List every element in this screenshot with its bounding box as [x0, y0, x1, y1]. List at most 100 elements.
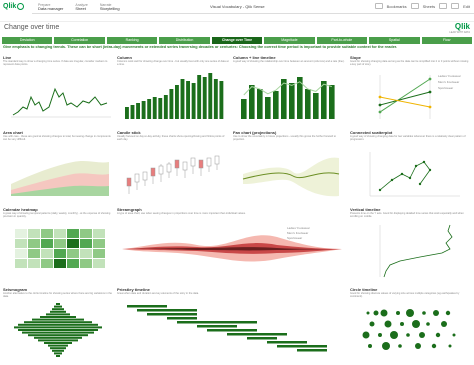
tab-flow[interactable]: Flow — [421, 37, 472, 44]
tab-deviation[interactable]: Deviation — [2, 37, 53, 44]
circle-timeline-dot — [380, 309, 388, 317]
line-panel[interactable]: Line The standard way to show a changing… — [3, 55, 113, 125]
candle-body — [182, 161, 188, 171]
prev-sheet-icon[interactable] — [439, 3, 448, 9]
seismogram-bar — [22, 331, 94, 334]
stream-panel[interactable]: Streamgraph A type of area chart; use wh… — [117, 207, 347, 282]
priestley-bar — [127, 305, 167, 308]
priestley-bar — [167, 317, 197, 320]
circle-timeline-dot — [398, 344, 402, 348]
heatmap-cell — [80, 229, 92, 238]
column-bar — [152, 97, 157, 119]
column-line-bar — [273, 91, 279, 119]
circle-timeline-dot — [390, 331, 398, 339]
slope-legend-2: Men's Footwear — [438, 80, 459, 84]
heatmap-cell — [67, 239, 79, 248]
priestley-bar — [207, 329, 257, 332]
tab-ranking[interactable]: Ranking — [106, 37, 158, 44]
priestley-bar — [147, 313, 197, 316]
sheets-icon[interactable] — [410, 3, 419, 9]
priestley-bar — [227, 333, 287, 336]
tab-magnitude[interactable]: Magnitude — [264, 37, 315, 44]
candle-body — [198, 159, 204, 169]
circle-timeline-dot — [368, 344, 372, 348]
edit-button[interactable]: Edit — [463, 4, 470, 9]
panel-desc: Great when date and duration are key ele… — [117, 292, 199, 295]
category-tabs: Deviation Correlation Ranking Distribution C… — [2, 37, 472, 44]
priestley-bar — [267, 341, 307, 344]
nav-prepare[interactable]: Prepare Data manager — [32, 3, 69, 11]
bookmark-icon[interactable] — [374, 3, 383, 9]
candle-body — [134, 173, 140, 183]
priority-panel[interactable]: Priestley timeline Great when date and d… — [117, 287, 347, 362]
tab-distribution[interactable]: Distribution — [159, 37, 210, 44]
panel-desc: Columns work well for showing change ove… — [117, 60, 229, 66]
column-bar — [163, 95, 168, 119]
seismogram-bar — [54, 352, 62, 355]
heatmap-cell — [41, 249, 53, 258]
seismogram-bar — [38, 339, 78, 342]
circle-timeline-dot — [422, 311, 426, 315]
candle-chart — [126, 155, 220, 194]
heatmap-cell — [41, 239, 53, 248]
column-line-bar — [329, 85, 335, 119]
heatmap-cell — [28, 229, 40, 238]
column-bar — [136, 103, 140, 119]
seismogram-bar — [52, 308, 64, 311]
column-bar — [125, 107, 129, 119]
streamgraph: Ladies' Footwear Men's Footwear Sportswe… — [122, 226, 342, 262]
vertical-panel[interactable]: Vertical timeline Presents time on the Y… — [350, 207, 470, 282]
tab-spatial[interactable]: Spatial — [369, 37, 420, 44]
panel-desc: Good for showing discrete values of vary… — [350, 292, 460, 298]
heatmap-cell — [80, 259, 92, 268]
bookmarks-button[interactable]: Bookmarks — [387, 4, 407, 9]
priestley-bar — [177, 321, 257, 324]
tab-correlation[interactable]: Correlation — [54, 37, 105, 44]
panel-desc: Presents time on the Y axis. Good for di… — [350, 212, 464, 218]
qlik-logo[interactable]: Qlik — [0, 0, 32, 14]
nav-narrate[interactable]: Narrate Storytelling — [94, 3, 126, 11]
scatter-panel[interactable]: Connected scatterplot A good way of show… — [350, 130, 470, 202]
heatmap-cell — [80, 249, 92, 258]
candle-body — [214, 155, 220, 165]
circle-timeline-dot — [452, 333, 456, 337]
heatmap-cell — [28, 249, 40, 258]
panel-desc: A good way of showing changing data for … — [350, 135, 466, 141]
area-panel[interactable]: Area chart Use with care - these are goo… — [3, 130, 113, 202]
candle-panel[interactable]: Candle stick Usually focused on day-to-d… — [117, 130, 229, 202]
tab-part-to-whole[interactable]: Part-to-whole — [316, 37, 368, 44]
circle-panel[interactable]: Circle timeline Good for showing discret… — [350, 287, 470, 362]
seismogram-bar — [32, 318, 84, 321]
column-panel[interactable]: Column Columns work well for showing cha… — [117, 55, 229, 125]
next-sheet-icon[interactable] — [451, 3, 460, 9]
circle-timeline-dot — [400, 322, 404, 326]
heatmap-panel[interactable]: Calendar heatmap A great way of showing … — [3, 207, 113, 282]
seismogram-panel[interactable]: Seismogram Another alternative to the ci… — [3, 287, 113, 362]
column-bar — [186, 81, 190, 119]
heatmap-cell — [54, 239, 66, 248]
panel-desc: Another alternative to the circle timeli… — [3, 292, 112, 298]
seismogram-bar — [34, 336, 82, 339]
column-bar — [219, 81, 224, 119]
panel-desc: A good way of showing the relationship o… — [233, 60, 345, 63]
area-chart — [11, 161, 109, 196]
panel-desc: A type of area chart; use when seeing ch… — [117, 212, 246, 215]
tab-change-over-time[interactable]: Change over Time — [211, 37, 263, 44]
heatmap-cell — [28, 239, 40, 248]
slope-panel[interactable]: Slope Good for showing changing data as … — [350, 55, 470, 125]
priestley-bar — [247, 337, 277, 340]
seismogram-bar — [24, 321, 92, 324]
candle-body — [206, 157, 212, 167]
sheets-button[interactable]: Sheets — [423, 4, 435, 9]
fan-panel[interactable]: Fan chart (projections) Use to show the … — [233, 130, 345, 202]
column-bar — [169, 89, 174, 119]
column-line-panel[interactable]: Column + line timeline A good way of sho… — [233, 55, 345, 125]
circle-timeline-dot — [419, 332, 425, 338]
priestley-bar — [137, 309, 197, 312]
nav-analyze[interactable]: Analyze Sheet — [69, 3, 93, 11]
selection-toolbar — [0, 14, 474, 22]
column-line-bar — [313, 93, 319, 119]
priestley-bar — [277, 345, 327, 348]
nav-prepare-value: Data manager — [38, 5, 64, 11]
candle-body — [166, 163, 172, 173]
